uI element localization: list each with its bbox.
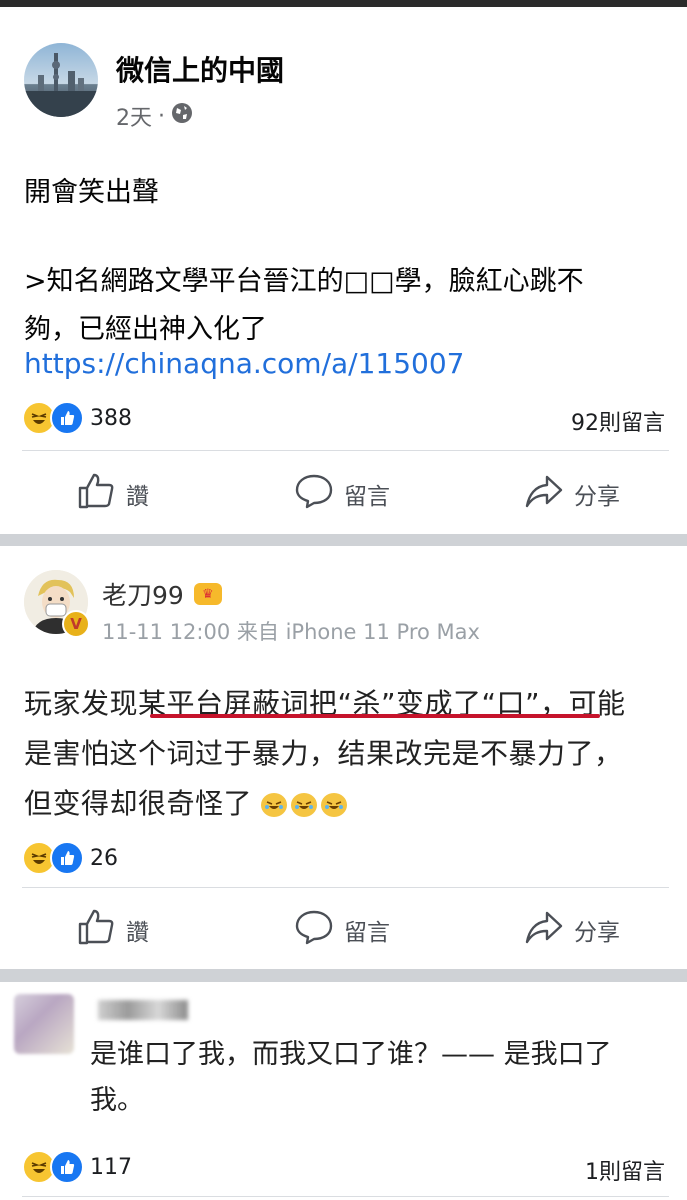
post-meta: 2天 ·: [116, 100, 193, 132]
post-card: 是谁口了我，而我又口了谁？—— 是我口了 我。 117 1則留言: [0, 982, 687, 1200]
reaction-count: 26: [90, 845, 118, 871]
divider: [22, 1196, 669, 1197]
post-meta: 11-11 12:00 来自 iPhone 11 Pro Max: [102, 620, 480, 644]
reaction-summary[interactable]: 388: [22, 401, 132, 435]
post-time[interactable]: 2天: [116, 100, 152, 132]
post-text-line: 我。: [90, 1085, 144, 1116]
emoji-row: [261, 793, 348, 817]
post-link[interactable]: https://chinaqna.com/a/115007: [24, 347, 464, 380]
blurred-author-name: [98, 1000, 188, 1020]
reaction-count: 388: [90, 405, 132, 431]
share-label: 分享: [574, 920, 620, 946]
globe-icon: [171, 102, 193, 130]
post-text-line: 夠，已經出神入化了: [24, 314, 267, 345]
like-icon: [50, 1150, 84, 1184]
avatar[interactable]: [14, 994, 74, 1054]
laugh-cry-icon: [291, 793, 318, 817]
comment-count[interactable]: 92則留言: [571, 405, 665, 437]
post-card: V 老刀99 ♛ 11-11 12:00 来自 iPhone 11 Pro Ma…: [0, 546, 687, 969]
like-button[interactable]: 讚: [76, 898, 149, 962]
post-text-line: 是害怕这个词过于暴力，结果改完是不暴力了，: [24, 737, 623, 770]
author-label: 老刀99: [102, 581, 184, 610]
reaction-summary[interactable]: 26: [22, 841, 118, 875]
action-bar: 讚 留言 分享: [0, 898, 687, 962]
comment-button[interactable]: 留言: [294, 898, 390, 962]
comment-label: 留言: [344, 484, 390, 510]
thumbs-up-icon: [76, 907, 116, 953]
thumbs-up-icon: [76, 471, 116, 517]
comment-button[interactable]: 留言: [294, 462, 390, 526]
share-label: 分享: [574, 484, 620, 510]
post-text-line: 但变得却很奇怪了: [24, 782, 348, 822]
reaction-count: 117: [90, 1154, 132, 1180]
post-text-line: 是谁口了我，而我又口了谁？—— 是我口了: [90, 1039, 612, 1070]
share-button[interactable]: 分享: [524, 462, 620, 526]
like-label: 讚: [126, 484, 149, 510]
author-name[interactable]: 微信上的中國: [116, 49, 284, 89]
post-text-line: 開會笑出聲: [24, 177, 159, 208]
share-icon: [524, 471, 564, 517]
post-text: 但变得却很奇怪了: [24, 787, 253, 820]
status-bar: [0, 0, 687, 7]
post-text-line: >知名網路文學平台晉江的□□學，臉紅心跳不: [24, 266, 584, 297]
like-icon: [50, 841, 84, 875]
author-name[interactable]: 老刀99 ♛: [102, 576, 222, 612]
divider: [22, 887, 669, 888]
post-card: 微信上的中國 2天 · 開會笑出聲 >知名網路文學平台晉江的□□學，臉紅心跳不 …: [0, 7, 687, 534]
avatar[interactable]: [24, 43, 98, 117]
reaction-summary[interactable]: 117: [22, 1150, 132, 1184]
comment-label: 留言: [344, 920, 390, 946]
like-label: 讚: [126, 920, 149, 946]
like-icon: [50, 401, 84, 435]
verified-badge-icon: V: [62, 610, 90, 638]
comment-icon: [294, 471, 334, 517]
laugh-cry-icon: [261, 793, 288, 817]
crown-badge-icon: ♛: [193, 583, 222, 605]
highlight-underline: [150, 714, 600, 718]
share-button[interactable]: 分享: [524, 898, 620, 962]
separator: ·: [158, 103, 165, 129]
divider: [22, 450, 669, 451]
comment-icon: [294, 907, 334, 953]
comment-count[interactable]: 1則留言: [585, 1154, 665, 1186]
action-bar: 讚 留言 分享: [0, 462, 687, 526]
share-icon: [524, 907, 564, 953]
laugh-cry-icon: [321, 793, 348, 817]
like-button[interactable]: 讚: [76, 462, 149, 526]
